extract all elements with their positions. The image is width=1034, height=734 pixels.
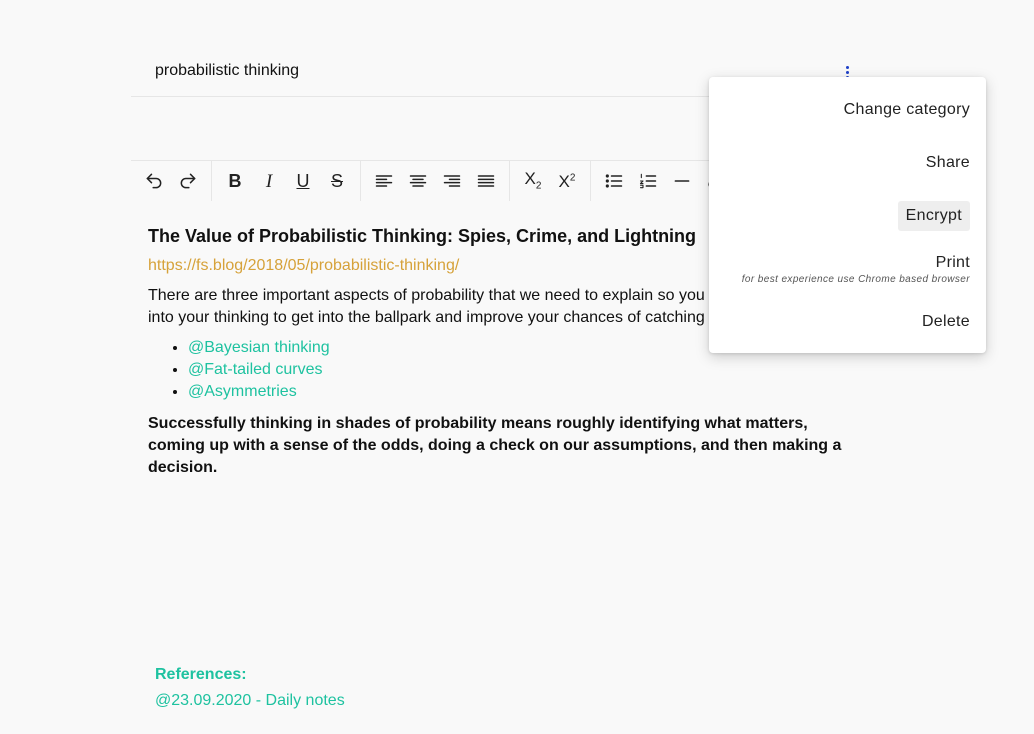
- menu-item-encrypt[interactable]: Encrypt: [897, 201, 970, 231]
- note-options-menu: Change category Share Encrypt Print for …: [709, 77, 986, 353]
- horizontal-rule-icon[interactable]: [665, 164, 699, 198]
- bold-icon[interactable]: B: [218, 164, 252, 198]
- strikethrough-icon[interactable]: S: [320, 164, 354, 198]
- list-item: @Asymmetries: [188, 381, 853, 403]
- underline-icon[interactable]: U: [286, 164, 320, 198]
- note-title-input[interactable]: probabilistic thinking: [155, 62, 299, 80]
- menu-item-delete[interactable]: Delete: [922, 313, 970, 331]
- list-item: @Fat-tailed curves: [188, 359, 853, 381]
- print-label: Print: [935, 254, 970, 271]
- script-group: X2 X2: [510, 161, 591, 201]
- redo-icon[interactable]: [171, 164, 205, 198]
- superscript-icon[interactable]: X2: [550, 164, 584, 198]
- menu-item-change-category[interactable]: Change category: [844, 101, 970, 119]
- align-group: [361, 161, 510, 201]
- bullet-list-icon[interactable]: [597, 164, 631, 198]
- align-center-icon[interactable]: [401, 164, 435, 198]
- reference-link[interactable]: @23.09.2020 - Daily notes: [155, 692, 345, 709]
- italic-icon[interactable]: I: [252, 164, 286, 198]
- conclusion-paragraph: Successfully thinking in shades of proba…: [148, 415, 842, 476]
- references-label: References:: [155, 666, 247, 683]
- subscript-icon[interactable]: X2: [516, 164, 550, 198]
- align-left-icon[interactable]: [367, 164, 401, 198]
- align-right-icon[interactable]: [435, 164, 469, 198]
- asymmetries-link[interactable]: @Asymmetries: [188, 383, 297, 400]
- format-group: B I U S: [212, 161, 361, 201]
- undo-icon[interactable]: [137, 164, 171, 198]
- numbered-list-icon[interactable]: [631, 164, 665, 198]
- menu-item-print[interactable]: Print for best experience use Chrome bas…: [742, 254, 970, 285]
- align-justify-icon[interactable]: [469, 164, 503, 198]
- fat-tailed-link[interactable]: @Fat-tailed curves: [188, 361, 323, 378]
- bayesian-link[interactable]: @Bayesian thinking: [188, 339, 330, 356]
- print-hint: for best experience use Chrome based bro…: [741, 274, 970, 285]
- history-group: [131, 161, 212, 201]
- references-section: References: @23.09.2020 - Daily notes: [155, 666, 345, 710]
- menu-item-share[interactable]: Share: [926, 154, 970, 172]
